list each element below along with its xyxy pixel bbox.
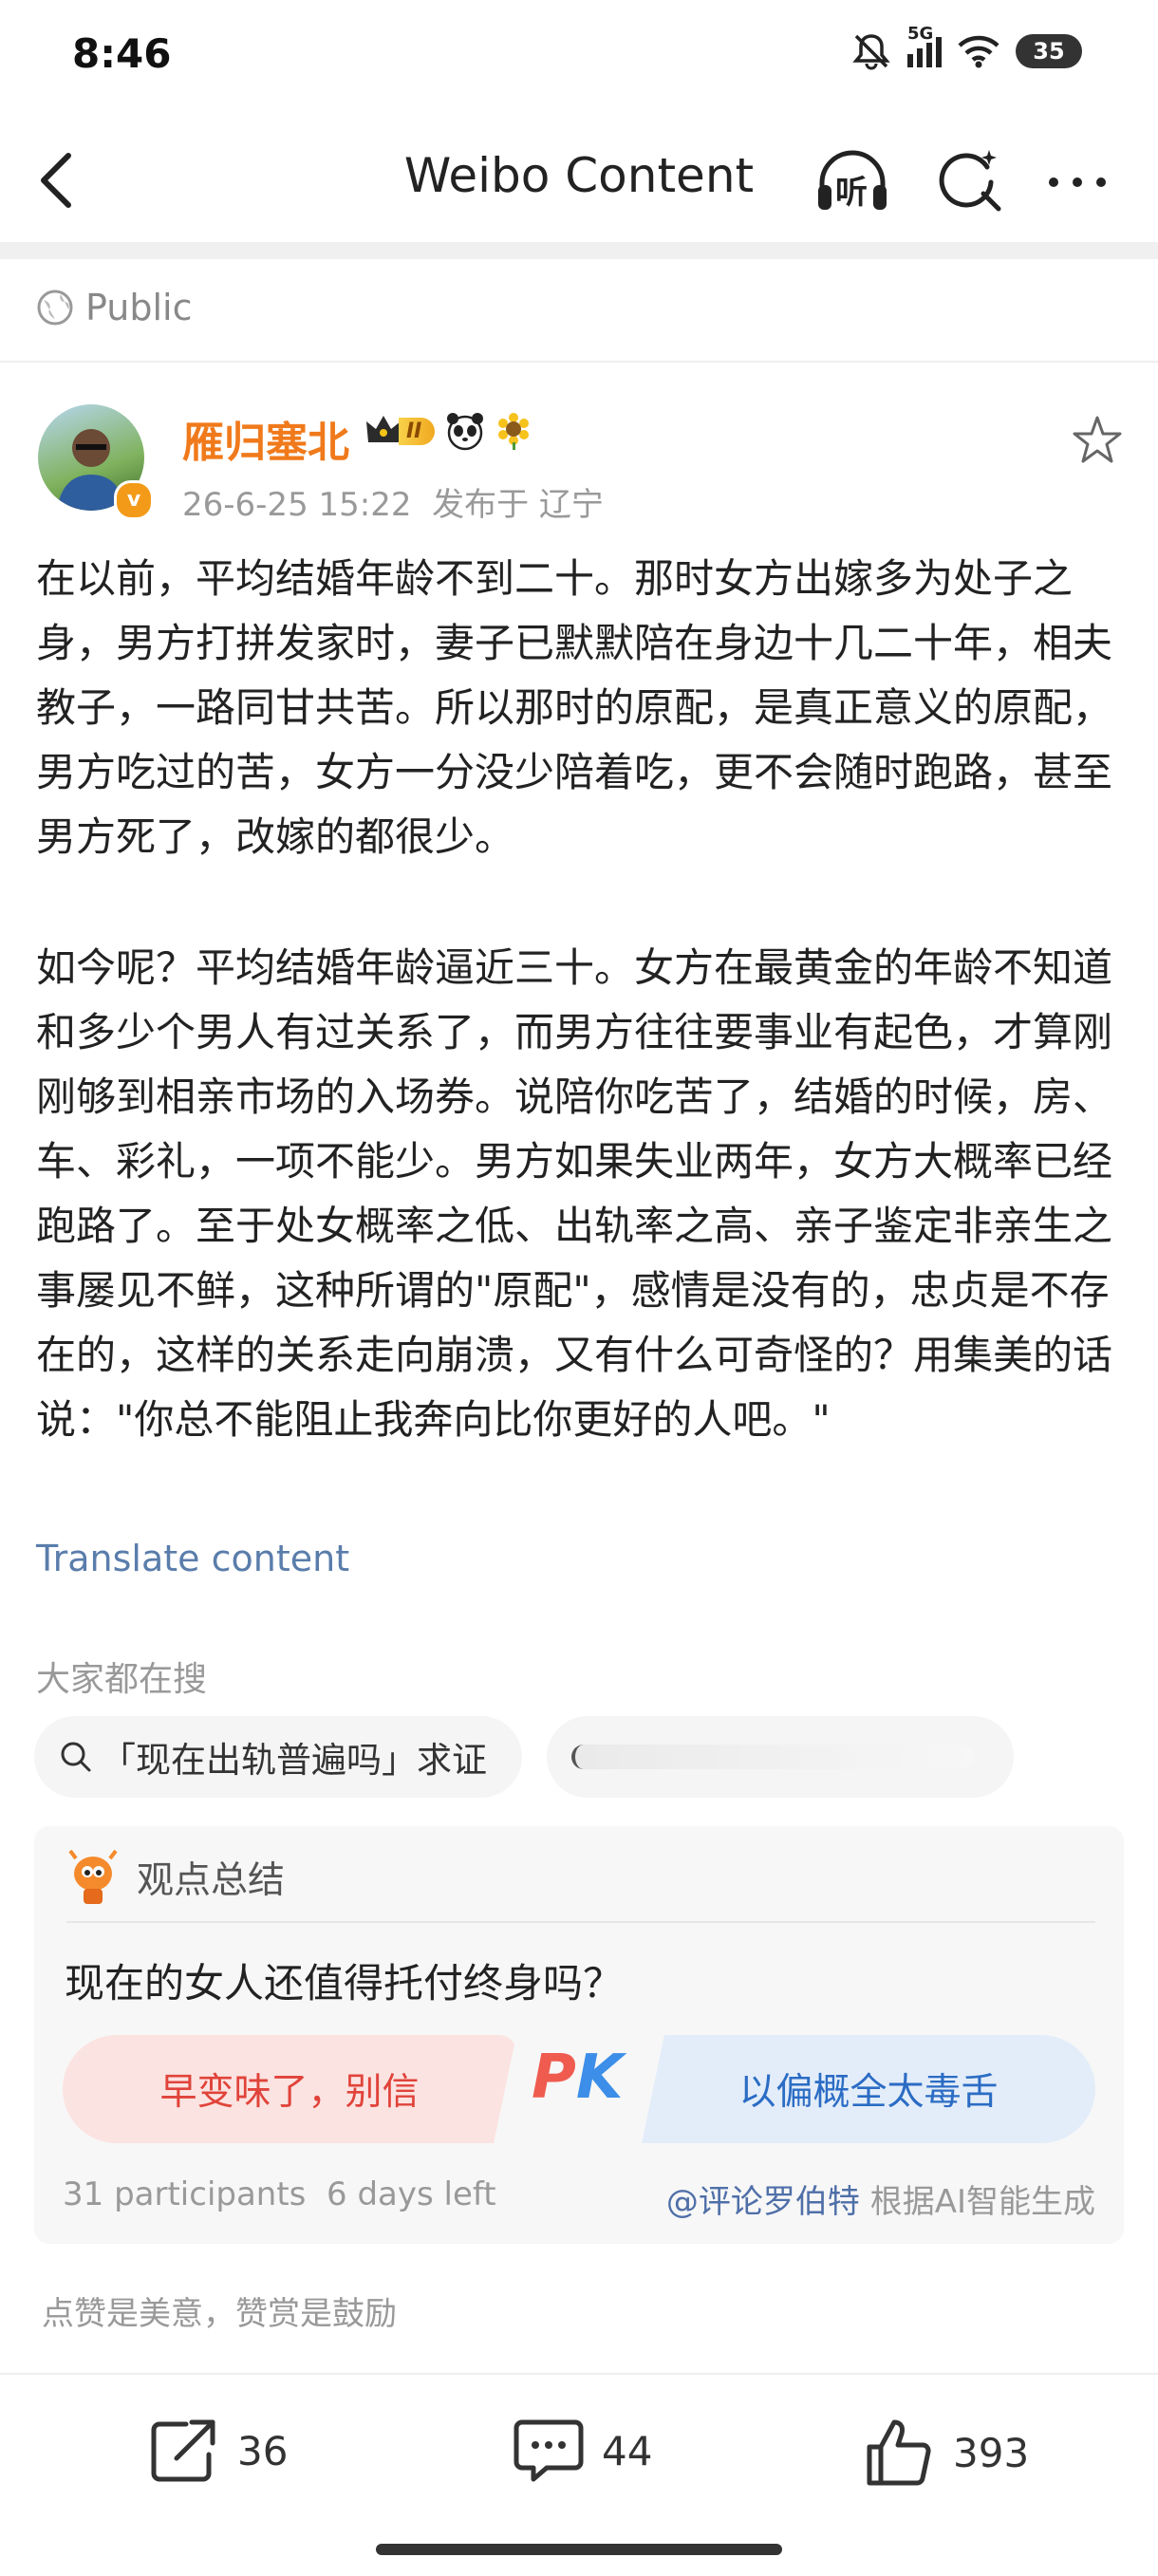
favorite-star-button[interactable] bbox=[1071, 414, 1124, 467]
mute-icon bbox=[852, 34, 890, 70]
comment-icon bbox=[514, 2419, 584, 2482]
translate-link[interactable]: Translate content bbox=[36, 1538, 349, 1579]
nav-divider bbox=[0, 242, 1158, 259]
visibility-label: Public bbox=[85, 287, 193, 328]
viewpoint-credit: @评论罗伯特 根据AI智能生成 bbox=[666, 2175, 1095, 2222]
post-paragraph: 如今呢？平均结婚年龄逼近三十。女方在最黄金的年龄不知道和多少个男人有过关系了，而… bbox=[36, 944, 1113, 1443]
viewpoint-participants: 31 participants 6 days left bbox=[63, 2175, 496, 2213]
search-icon bbox=[61, 1742, 91, 1772]
visibility-indicator: Public bbox=[36, 287, 192, 328]
listen-button[interactable]: 听 bbox=[814, 147, 890, 214]
signal-icon: 5G bbox=[907, 24, 942, 67]
panda-icon bbox=[447, 413, 484, 451]
crown-icon bbox=[366, 416, 401, 442]
sunflower-icon bbox=[498, 413, 530, 450]
mascot-icon bbox=[68, 1849, 118, 1904]
globe-icon bbox=[37, 289, 73, 326]
wifi-icon bbox=[958, 35, 999, 68]
search-button[interactable] bbox=[934, 144, 1006, 216]
author-name[interactable]: 雁归塞北 bbox=[182, 408, 349, 469]
level-badge: II bbox=[364, 414, 436, 448]
pk-k: K bbox=[575, 2043, 624, 2113]
thumbs-up-icon bbox=[867, 2419, 931, 2486]
hot-search-title: 大家都在搜 bbox=[36, 1660, 208, 1699]
viewpoint-title: 观点总结 bbox=[137, 1859, 286, 1902]
hot-search-chip[interactable]: 「现在出轨普遍吗」求证 bbox=[34, 1716, 522, 1798]
hot-search-chip-label: 「现在出轨普遍吗」求证 bbox=[101, 1740, 487, 1781]
post-meta: 26-6-25 15:22 发布于 辽宁 bbox=[182, 486, 604, 524]
post-paragraph: 在以前，平均结婚年龄不到二十。那时女方出嫁多为处子之身，男方打拼发家时，妻子已默… bbox=[36, 555, 1113, 860]
credit-suffix: 根据AI智能生成 bbox=[859, 2183, 1095, 2221]
like-button[interactable]: 393 bbox=[864, 2417, 1029, 2489]
loading-bar bbox=[571, 1745, 974, 1769]
verified-badge: v bbox=[114, 480, 154, 520]
credit-account-link[interactable]: @评论罗伯特 bbox=[666, 2183, 860, 2221]
share-count: 36 bbox=[237, 2427, 289, 2474]
status-time: 8:46 bbox=[72, 30, 172, 77]
author-badges: II bbox=[364, 410, 532, 452]
share-button[interactable]: 36 bbox=[148, 2417, 288, 2485]
network-type: 5G bbox=[907, 24, 934, 44]
like-count: 393 bbox=[953, 2429, 1030, 2476]
viewpoint-divider bbox=[66, 1921, 1095, 1923]
section-divider bbox=[0, 361, 1158, 363]
pk-label: PK bbox=[532, 2043, 624, 2113]
pk-p: P bbox=[532, 2043, 576, 2113]
comment-button[interactable]: 44 bbox=[513, 2417, 652, 2485]
listen-label: 听 bbox=[835, 174, 868, 212]
viewpoint-question: 现在的女人还值得托付终身吗？ bbox=[65, 1960, 624, 2007]
hot-search-chip-loading[interactable] bbox=[547, 1716, 1014, 1798]
vote-option-right[interactable]: 以偏概全太毒舌 bbox=[642, 2035, 1095, 2143]
share-icon bbox=[151, 2419, 215, 2482]
comment-count: 44 bbox=[602, 2427, 653, 2474]
level-text: II bbox=[399, 417, 436, 445]
battery-icon: 35 bbox=[1016, 34, 1082, 68]
reward-text: 点赞是美意，赞赏是鼓励 bbox=[42, 2295, 397, 2333]
status-icons: 5G 35 bbox=[850, 24, 1082, 70]
home-indicator[interactable] bbox=[376, 2544, 782, 2555]
more-options-button[interactable] bbox=[1044, 154, 1111, 211]
vote-option-left[interactable]: 早变味了，别信 bbox=[63, 2035, 516, 2143]
